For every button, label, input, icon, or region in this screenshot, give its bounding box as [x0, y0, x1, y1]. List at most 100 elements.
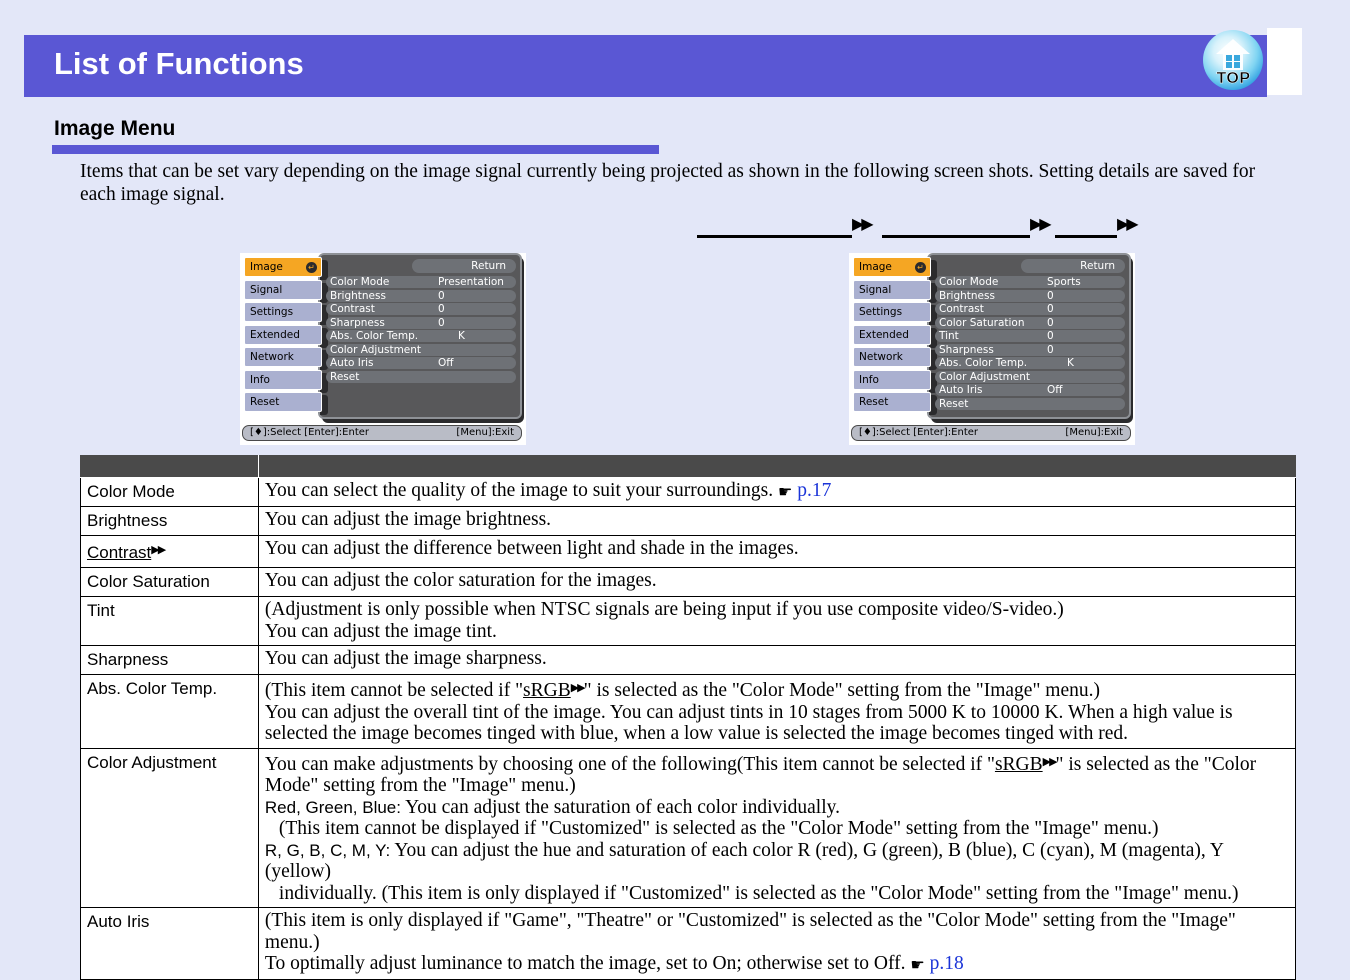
osd-row-label: Reset: [939, 397, 969, 410]
osd-row-color-mode[interactable]: Color Mode Sports: [939, 276, 1125, 288]
osd-row-auto-iris[interactable]: Auto Iris Off: [939, 384, 1125, 396]
osd-row-value: 0: [1047, 303, 1054, 315]
osd-return-button[interactable]: Return: [412, 259, 516, 273]
flow-arrow-icon-3: ▶▶: [1117, 214, 1139, 233]
osd-row-color-saturation[interactable]: Color Saturation 0: [939, 317, 1125, 329]
osd-sidebar-item-label: Reset: [250, 396, 280, 408]
osd-row-reset[interactable]: Reset: [939, 398, 1125, 410]
osd-row-reset[interactable]: Reset: [330, 371, 516, 383]
description-line: individually. (This item is only display…: [278, 882, 1239, 904]
osd-row-sharpness[interactable]: Sharpness 0: [939, 344, 1125, 356]
osd-sidebar-item-extended[interactable]: Extended: [853, 324, 931, 345]
table-cell-item: Color Adjustment: [80, 747, 259, 908]
table-row: Color Mode You can select the quality of …: [80, 477, 1297, 507]
osd-row-value: 0: [438, 303, 445, 315]
osd-sidebar-item-image[interactable]: Image ↵: [853, 257, 931, 277]
glossary-term[interactable]: Contrast: [87, 543, 151, 562]
section-underline: [52, 145, 659, 154]
osd-row-label: Sharpness: [939, 343, 994, 356]
table-cell-item: Tint: [80, 596, 259, 646]
osd-row-value: K: [1067, 357, 1074, 369]
osd-row-value: 0: [1047, 343, 1054, 356]
table-cell-item: Color Mode: [80, 477, 259, 507]
glossary-term[interactable]: sRGB: [523, 680, 571, 701]
osd-sidebar-item-label: Network: [250, 351, 294, 363]
osd-sidebar-item-settings[interactable]: Settings: [244, 302, 322, 322]
osd-row-label: Abs. Color Temp.: [939, 357, 1028, 369]
glossary-term[interactable]: sRGB: [995, 754, 1043, 775]
page-reference-link[interactable]: p.18: [930, 953, 964, 974]
osd-sidebar-item-label: Extended: [859, 328, 909, 341]
osd-row-label: Color Adjustment: [939, 370, 1031, 383]
table-header-item: [80, 455, 259, 478]
table-row: Auto Iris (This item is only displayed if…: [80, 907, 1297, 980]
osd-row-abs-color-temp[interactable]: Abs. Color Temp. K: [939, 357, 1125, 369]
osd-row-label: Color Mode: [330, 276, 390, 288]
osd-row-tint[interactable]: Tint 0: [939, 330, 1125, 342]
osd-row-abs-color-temp[interactable]: Abs. Color Temp. K: [330, 330, 516, 342]
table-cell-item: Abs. Color Temp.: [80, 674, 259, 749]
osd-row-auto-iris[interactable]: Auto Iris Off: [330, 357, 516, 369]
table-cell-description: (This item cannot be selected if "sRGB▶▶…: [257, 674, 1297, 749]
osd-row-label: Brightness: [939, 289, 995, 302]
osd-sidebar-item-network[interactable]: Network: [853, 347, 931, 367]
description-emphasis: R, G, B, C, M, Y:: [264, 840, 391, 860]
osd-sidebar-item-label: Signal: [250, 283, 283, 296]
osd-sidebar-item-network[interactable]: Network: [244, 347, 322, 367]
osd-row-label: Color Adjustment: [330, 343, 422, 356]
osd-row-color-adjustment[interactable]: Color Adjustment: [939, 371, 1125, 383]
osd-sidebar-item-signal[interactable]: Signal: [244, 279, 322, 300]
osd-status-right: [Menu]:Exit: [456, 427, 514, 438]
page-reference-link[interactable]: p.17: [797, 480, 831, 501]
osd-sidebar-item-settings[interactable]: Settings: [853, 302, 931, 322]
table-cell-description: You can adjust the color saturation for …: [257, 567, 1297, 597]
osd-sidebar-item-info[interactable]: Info: [853, 369, 931, 390]
osd-sidebar-item-label: Extended: [250, 328, 300, 341]
osd-row-color-adjustment[interactable]: Color Adjustment: [330, 344, 516, 356]
osd-sidebar-item-extended[interactable]: Extended: [244, 324, 322, 345]
table-cell-item: Sharpness: [80, 645, 259, 675]
table-row: Color Adjustment You can make adjustments…: [80, 747, 1297, 908]
osd-row-label: Reset: [330, 370, 360, 383]
description-emphasis: Red, Green, Blue:: [264, 797, 401, 817]
projector-menu-screenshot-right: Image ↵ Signal Settings Extended Network Info R…: [849, 253, 1135, 445]
description-line: (Adjustment is only possible when NTSC s…: [264, 599, 1064, 620]
osd-sidebar-item-label: Image: [250, 261, 283, 273]
osd-row-label: Contrast: [939, 303, 984, 315]
flow-connector-3: ▶▶: [1055, 214, 1139, 240]
osd-sidebar-item-label: Signal: [859, 283, 892, 296]
osd-sidebar-item-signal[interactable]: Signal: [853, 279, 931, 300]
osd-row-label: Sharpness: [330, 316, 385, 329]
flow-arrow-icon-1: ▶▶: [852, 214, 874, 233]
osd-row-label: Color Saturation: [939, 316, 1025, 329]
osd-sidebar-item-info[interactable]: Info: [244, 369, 322, 390]
description-line: Red, Green, Blue: You can adjust the sat…: [264, 796, 841, 818]
top-home-button[interactable]: TOP: [1200, 28, 1267, 95]
osd-status-right: [Menu]:Exit: [1065, 427, 1123, 438]
description-line: To optimally adjust luminance to match t…: [264, 953, 964, 974]
flow-arrow-icon-2: ▶▶: [1030, 214, 1052, 233]
pointing-hand-icon: ☛: [777, 482, 793, 501]
osd-sidebar-item-image[interactable]: Image ↵: [244, 257, 322, 277]
osd-sidebar-item-reset[interactable]: Reset: [244, 392, 322, 412]
header-white-block: [1267, 28, 1302, 95]
osd-return-button[interactable]: Return: [1021, 259, 1125, 273]
osd-row-sharpness[interactable]: Sharpness 0: [330, 317, 516, 329]
osd-row-contrast[interactable]: Contrast 0: [939, 303, 1125, 315]
osd-sidebar-item-reset[interactable]: Reset: [853, 392, 931, 412]
osd-status-bar: [♦]:Select [Enter]:Enter [Menu]:Exit: [851, 425, 1131, 441]
page-title: List of Functions: [54, 46, 304, 81]
description-line: You can adjust the image brightness.: [264, 509, 552, 530]
osd-row-brightness[interactable]: Brightness 0: [939, 290, 1125, 302]
description-line: R, G, B, C, M, Y: You can adjust the hue…: [264, 839, 1224, 883]
osd-row-brightness[interactable]: Brightness 0: [330, 290, 516, 302]
osd-row-contrast[interactable]: Contrast 0: [330, 303, 516, 315]
osd-row-value: K: [458, 330, 465, 342]
description-line: (This item cannot be selected if "sRGB▶▶…: [264, 680, 1100, 701]
osd-row-color-mode[interactable]: Color Mode Presentation: [330, 276, 516, 288]
osd-sidebar-item-label: Info: [859, 373, 879, 386]
osd-row-label: Tint: [939, 330, 959, 342]
osd-row-value: Sports: [1047, 276, 1081, 288]
osd-row-value: Presentation: [438, 276, 504, 288]
section-heading: Image Menu: [54, 117, 176, 140]
